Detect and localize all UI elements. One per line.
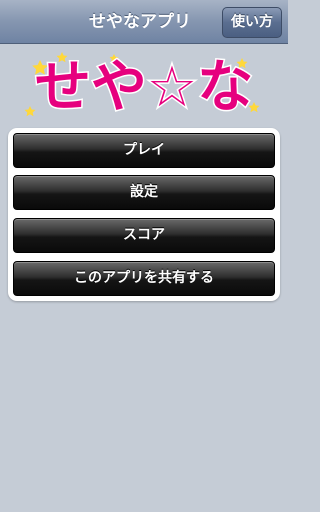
logo-text: せや☆な — [35, 55, 253, 120]
navigation-bar: せやなアプリ 使い方 — [0, 0, 288, 44]
help-button[interactable]: 使い方 — [222, 7, 282, 38]
settings-button[interactable]: 設定 — [13, 175, 275, 210]
play-button[interactable]: プレイ — [13, 133, 275, 168]
menu-panel: プレイ 設定 スコア このアプリを共有する — [8, 128, 280, 301]
app-logo: せや☆な — [24, 52, 260, 122]
score-button[interactable]: スコア — [13, 218, 275, 253]
share-app-button[interactable]: このアプリを共有する — [13, 261, 275, 296]
star-icon — [24, 106, 36, 117]
